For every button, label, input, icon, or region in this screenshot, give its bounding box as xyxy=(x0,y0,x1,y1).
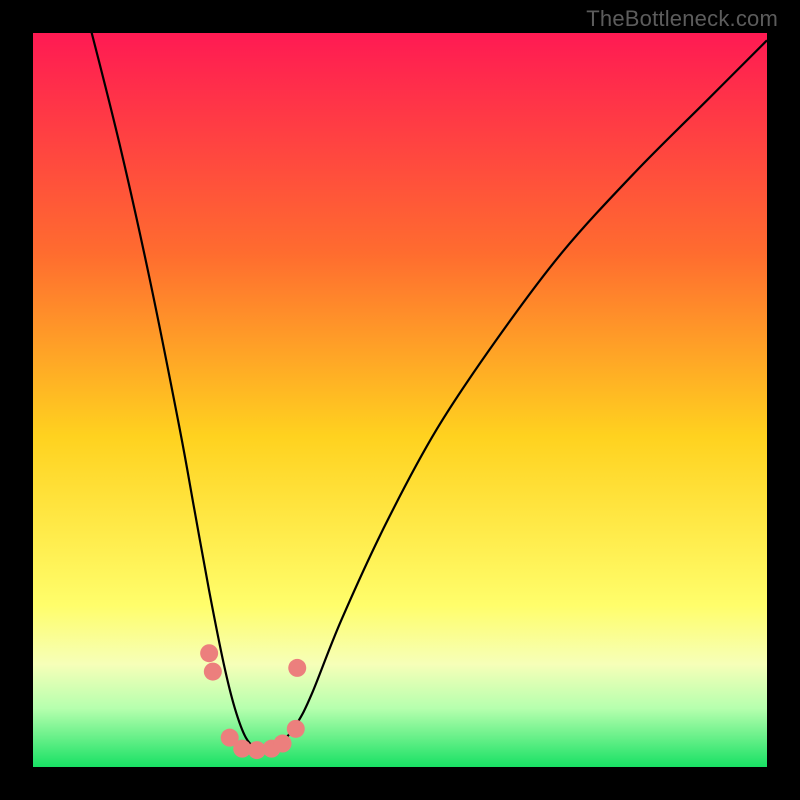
highlight-dot xyxy=(204,663,222,681)
highlight-dot xyxy=(287,720,305,738)
highlight-dot xyxy=(274,735,292,753)
watermark-text: TheBottleneck.com xyxy=(586,6,778,32)
gradient-background xyxy=(33,33,767,767)
bottleneck-chart xyxy=(33,33,767,767)
highlight-dot xyxy=(288,659,306,677)
chart-frame xyxy=(33,33,767,767)
highlight-dot xyxy=(200,644,218,662)
